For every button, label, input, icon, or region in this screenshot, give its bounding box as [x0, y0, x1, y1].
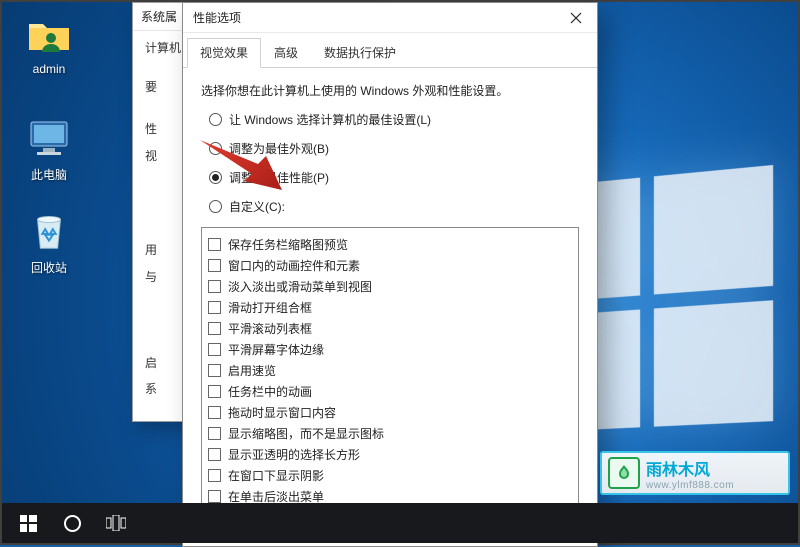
- desktop-icon-label: 回收站: [12, 259, 86, 276]
- checkbox-icon: [208, 490, 221, 503]
- desktop-icon-this-pc[interactable]: 此电脑: [12, 114, 86, 183]
- radio-best-appearance[interactable]: 调整为最佳外观(B): [209, 140, 579, 157]
- this-pc-icon: [25, 114, 73, 162]
- effects-checkbox-item[interactable]: 显示亚透明的选择长方形: [208, 446, 572, 463]
- user-folder-icon: [25, 10, 73, 58]
- windows-logo-icon: [20, 515, 37, 532]
- effects-checkbox-item[interactable]: 显示缩略图，而不是显示图标: [208, 425, 572, 442]
- checkbox-icon: [208, 448, 221, 461]
- checkbox-icon: [208, 343, 221, 356]
- desktop-icon-label: admin: [12, 62, 86, 76]
- task-view-button[interactable]: [94, 503, 138, 543]
- tab-visual-effects[interactable]: 视觉效果: [187, 38, 261, 68]
- desktop-icon-admin[interactable]: admin: [12, 10, 86, 76]
- recycle-bin-icon: [25, 207, 73, 255]
- checkbox-label: 保存任务栏缩略图预览: [228, 236, 348, 253]
- effects-checkbox-item[interactable]: 启用速览: [208, 362, 572, 379]
- effects-checklist[interactable]: 保存任务栏缩略图预览窗口内的动画控件和元素淡入淡出或滑动菜单到视图滑动打开组合框…: [201, 227, 579, 517]
- radio-icon: [209, 142, 222, 155]
- effects-checkbox-item[interactable]: 滑动打开组合框: [208, 299, 572, 316]
- effects-checkbox-item[interactable]: 平滑滚动列表框: [208, 320, 572, 337]
- checkbox-icon: [208, 385, 221, 398]
- tab-advanced[interactable]: 高级: [261, 38, 311, 68]
- checkbox-label: 启用速览: [228, 362, 276, 379]
- window-title: 系统属: [141, 8, 177, 25]
- checkbox-icon: [208, 469, 221, 482]
- checkbox-icon: [208, 301, 221, 314]
- radio-label: 调整为最佳外观(B): [229, 140, 329, 157]
- checkbox-icon: [208, 259, 221, 272]
- brand-name: 雨林木风: [646, 456, 734, 480]
- cortana-search-button[interactable]: [50, 503, 94, 543]
- radio-best-performance[interactable]: 调整为最佳性能(P): [209, 169, 579, 186]
- cortana-icon: [64, 515, 81, 532]
- effects-checkbox-item[interactable]: 在窗口下显示阴影: [208, 467, 572, 484]
- effects-checkbox-item[interactable]: 平滑屏幕字体边缘: [208, 341, 572, 358]
- effects-checkbox-item[interactable]: 保存任务栏缩略图预览: [208, 236, 572, 253]
- taskbar: [2, 503, 798, 543]
- checkbox-label: 滑动打开组合框: [228, 299, 312, 316]
- window-title: 性能选项: [193, 9, 241, 26]
- checkbox-label: 显示亚透明的选择长方形: [228, 446, 360, 463]
- checkbox-label: 平滑屏幕字体边缘: [228, 341, 324, 358]
- checkbox-label: 任务栏中的动画: [228, 383, 312, 400]
- effects-checkbox-item[interactable]: 拖动时显示窗口内容: [208, 404, 572, 421]
- checkbox-icon: [208, 427, 221, 440]
- window-titlebar[interactable]: 性能选项: [183, 3, 597, 33]
- checkbox-label: 在窗口下显示阴影: [228, 467, 324, 484]
- checkbox-icon: [208, 280, 221, 293]
- desktop-icon-recycle-bin[interactable]: 回收站: [12, 207, 86, 276]
- checkbox-label: 拖动时显示窗口内容: [228, 404, 336, 421]
- radio-custom[interactable]: 自定义(C):: [209, 198, 579, 215]
- radio-label: 让 Windows 选择计算机的最佳设置(L): [229, 111, 431, 128]
- brand-url: www.ylmf888.com: [646, 480, 734, 491]
- radio-label: 自定义(C):: [229, 198, 285, 215]
- radio-icon: [209, 113, 222, 126]
- performance-options-dialog: 性能选项 视觉效果 高级 数据执行保护 选择你想在此计算机上使用的 Window…: [182, 2, 598, 547]
- checkbox-label: 平滑滚动列表框: [228, 320, 312, 337]
- checkbox-label: 窗口内的动画控件和元素: [228, 257, 360, 274]
- close-button[interactable]: [555, 3, 597, 33]
- radio-label: 调整为最佳性能(P): [229, 169, 329, 186]
- desktop-icon-label: 此电脑: [12, 166, 86, 183]
- dialog-content: 选择你想在此计算机上使用的 Windows 外观和性能设置。 让 Windows…: [183, 68, 597, 546]
- radio-let-windows-choose[interactable]: 让 Windows 选择计算机的最佳设置(L): [209, 111, 579, 128]
- effects-checkbox-item[interactable]: 淡入淡出或滑动菜单到视图: [208, 278, 572, 295]
- effects-checkbox-item[interactable]: 任务栏中的动画: [208, 383, 572, 400]
- radio-icon: [209, 200, 222, 213]
- checkbox-icon: [208, 322, 221, 335]
- task-view-icon: [106, 515, 126, 531]
- brand-logo-icon: [608, 457, 640, 489]
- start-button[interactable]: [6, 503, 50, 543]
- dialog-description: 选择你想在此计算机上使用的 Windows 外观和性能设置。: [201, 82, 579, 99]
- tab-dep[interactable]: 数据执行保护: [311, 38, 409, 68]
- checkbox-icon: [208, 238, 221, 251]
- checkbox-label: 淡入淡出或滑动菜单到视图: [228, 278, 372, 295]
- checkbox-icon: [208, 406, 221, 419]
- checkbox-label: 显示缩略图，而不是显示图标: [228, 425, 384, 442]
- watermark-brand: 雨林木风 www.ylmf888.com: [600, 451, 790, 495]
- tab-computer-name[interactable]: 计算机: [145, 37, 181, 58]
- effects-checkbox-item[interactable]: 窗口内的动画控件和元素: [208, 257, 572, 274]
- tab-row: 视觉效果 高级 数据执行保护: [183, 33, 597, 68]
- checkbox-icon: [208, 364, 221, 377]
- radio-icon: [209, 171, 222, 184]
